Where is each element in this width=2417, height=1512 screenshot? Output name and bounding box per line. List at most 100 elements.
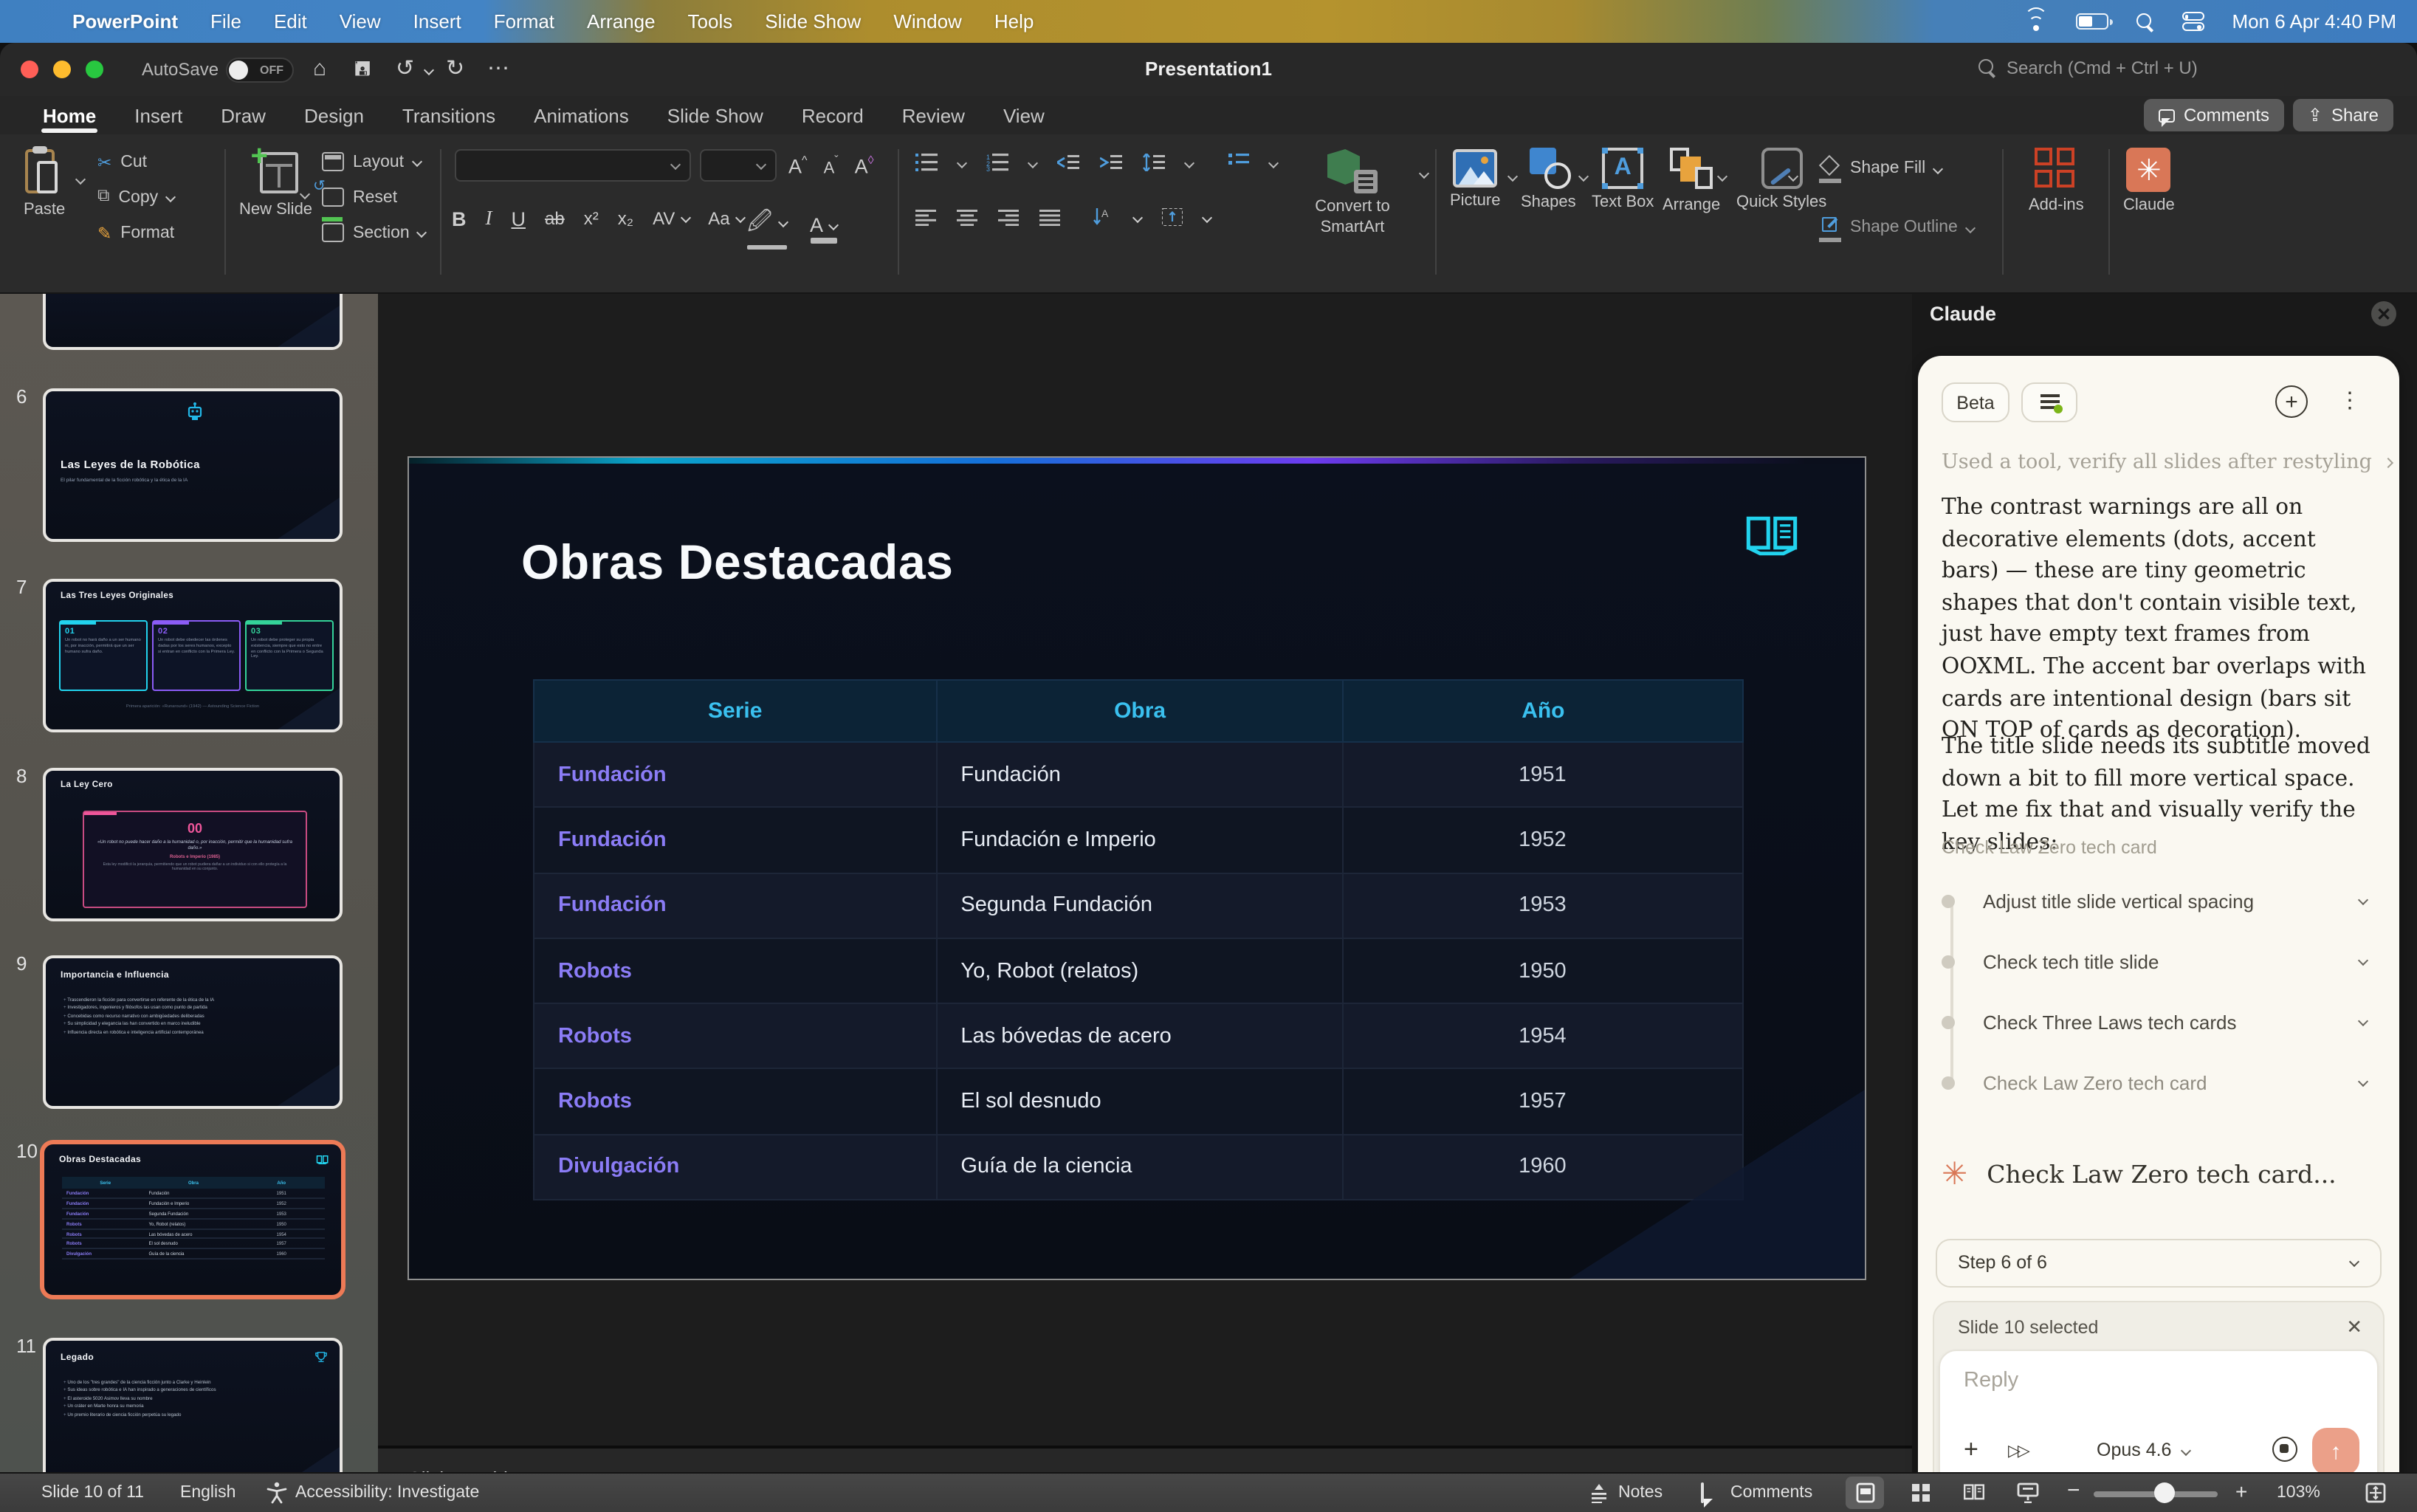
arrange-button[interactable]: Arrange [1663, 148, 1720, 214]
skip-icon[interactable]: ▷▷ [2008, 1441, 2030, 1460]
timeline-step[interactable]: Check Three Laws tech cards [1918, 1008, 2399, 1038]
table-row[interactable]: Divulgación Guía de la ciencia 1960 [533, 1133, 1744, 1201]
underline-button[interactable]: U [512, 207, 526, 230]
shape-outline-button[interactable]: Shape Outline [1819, 217, 1976, 242]
claude-ribbon-button[interactable]: ✳ Claude [2123, 148, 2175, 214]
thumbnail-slide-9[interactable]: Importancia e Influencia Trascendieron l… [43, 955, 343, 1109]
tab-design[interactable]: Design [285, 96, 383, 134]
shrink-font-icon[interactable]: Aˇ [824, 154, 839, 181]
apple-menu-icon[interactable] [24, 0, 56, 43]
tab-review[interactable]: Review [883, 96, 984, 134]
chevron-down-icon[interactable] [2357, 1076, 2369, 1087]
menu-file[interactable]: File [194, 0, 258, 43]
table-row[interactable]: Fundación Segunda Fundación 1953 [533, 872, 1744, 939]
character-spacing-button[interactable]: AV [653, 205, 691, 232]
paste-button[interactable]: Paste [24, 146, 65, 219]
reset-button[interactable]: Reset [313, 179, 397, 207]
text-box-button[interactable]: A Text Box [1592, 148, 1654, 213]
menu-slide-show[interactable]: Slide Show [749, 0, 877, 43]
record-stop-icon[interactable] [2272, 1437, 2297, 1462]
works-table[interactable]: Serie Obra Año Fundación Fundación 1951 Fu… [533, 679, 1744, 1201]
menu-edit[interactable]: Edit [258, 0, 323, 43]
decrease-indent-button[interactable] [1057, 154, 1079, 171]
menu-bar-clock[interactable]: Mon 6 Apr 4:40 PM [2232, 10, 2396, 32]
accessibility-label[interactable]: Accessibility: Investigate [295, 1484, 479, 1502]
paste-chevron-icon[interactable] [75, 173, 86, 185]
new-chat-icon[interactable]: + [2275, 385, 2308, 418]
zoom-out-icon[interactable]: − [2067, 1478, 2080, 1503]
tab-insert[interactable]: Insert [115, 96, 202, 134]
bullets-button[interactable] [915, 154, 938, 171]
close-panel-icon[interactable]: ✕ [2371, 301, 2396, 326]
grow-font-icon[interactable]: A^ [788, 154, 808, 181]
kebab-menu-icon[interactable]: ⋮ [2339, 387, 2361, 413]
menu-app-name[interactable]: PowerPoint [56, 0, 194, 43]
picture-button[interactable]: Picture [1450, 149, 1501, 210]
superscript-button[interactable]: x² [584, 208, 599, 229]
justify-button[interactable] [1039, 209, 1060, 225]
add-ins-button[interactable]: Add-ins [2029, 148, 2084, 214]
font-name-select[interactable] [455, 149, 691, 182]
timeline-step[interactable]: Check Law Zero tech card [1918, 1069, 2399, 1099]
slide-title[interactable]: Obras Destacadas [521, 535, 954, 591]
send-button[interactable]: ↑ [2312, 1428, 2359, 1475]
table-row[interactable]: Robots Las bóvedas de acero 1954 [533, 1003, 1744, 1070]
clear-selection-icon[interactable]: ✕ [2346, 1316, 2362, 1339]
share-button[interactable]: ⇪ Share [2292, 99, 2393, 131]
chevron-down-icon[interactable] [2357, 1015, 2369, 1027]
step-indicator[interactable]: Step 6 of 6 [1936, 1239, 2382, 1288]
slideshow-view-button[interactable] [2008, 1477, 2046, 1509]
thumbnail-slide-11[interactable]: Legado Uno de los "tres grandes" de la c… [43, 1338, 343, 1491]
thumbnail-slide-10-selected[interactable]: Obras Destacadas Serie Obra Año Fundación F… [40, 1140, 345, 1299]
tab-slide-show[interactable]: Slide Show [648, 96, 783, 134]
text-direction-button[interactable]: A [1093, 208, 1113, 226]
shape-fill-button[interactable]: Shape Fill [1818, 154, 1944, 183]
control-center-icon[interactable] [2182, 12, 2204, 31]
change-case-button[interactable]: Aa [708, 205, 746, 232]
table-row[interactable]: Fundación Fundación 1951 [533, 740, 1744, 808]
menu-view[interactable]: View [323, 0, 397, 43]
shapes-button[interactable]: Shapes [1521, 148, 1576, 211]
menu-format[interactable]: Format [478, 0, 571, 43]
new-slide-button[interactable]: + New Slide [239, 142, 312, 220]
model-selector[interactable]: Opus 4.6 [2097, 1440, 2191, 1460]
increase-indent-button[interactable] [1100, 154, 1122, 171]
menu-tools[interactable]: Tools [672, 0, 749, 43]
table-row[interactable]: Robots El sol desnudo 1957 [533, 1068, 1744, 1135]
layout-button[interactable]: Layout [322, 152, 422, 171]
spotlight-icon[interactable] [2136, 13, 2153, 30]
tab-view[interactable]: View [984, 96, 1064, 134]
cut-button[interactable]: ✂ Cut [97, 152, 147, 173]
thumbnail-slide-8[interactable]: La Ley Cero 00 «Un robot no puede hacer … [43, 768, 343, 921]
timeline-step[interactable]: Check tech title slide [1918, 948, 2399, 977]
copy-button[interactable]: ⧉ Copy [97, 188, 176, 207]
thumbnail-slide-7[interactable]: Las Tres Leyes Originales 01 Un robot no… [43, 579, 343, 732]
line-spacing-button[interactable] [1143, 154, 1165, 171]
table-row[interactable]: Robots Yo, Robot (relatos) 1950 [533, 937, 1744, 1005]
slide-sorter-view-button[interactable] [1902, 1477, 1940, 1509]
align-right-button[interactable] [998, 209, 1019, 225]
zoom-level[interactable]: 103% [2277, 1484, 2320, 1502]
chevron-down-icon[interactable] [2357, 955, 2369, 966]
quick-styles-button[interactable]: Quick Styles [1736, 148, 1826, 213]
format-painter-button[interactable]: ✎ Format [97, 223, 174, 244]
tool-note-link[interactable]: Used a tool, verify all slides after res… [1942, 450, 2394, 474]
align-left-button[interactable] [915, 209, 936, 225]
columns-button[interactable] [1228, 154, 1249, 171]
menu-insert[interactable]: Insert [397, 0, 478, 43]
tab-draw[interactable]: Draw [202, 96, 285, 134]
notes-toggle[interactable]: Notes [1618, 1484, 1663, 1502]
subscript-button[interactable]: x₂ [618, 208, 633, 229]
slide-canvas[interactable]: Obras Destacadas Serie Obra Año Fundació… [408, 456, 1866, 1280]
menu-window[interactable]: Window [877, 0, 978, 43]
picture-chevron-icon[interactable] [1507, 171, 1519, 182]
italic-button[interactable]: I [486, 207, 492, 230]
normal-view-button[interactable] [1846, 1477, 1884, 1509]
notes-pane[interactable]: Click to add notes [378, 1449, 1912, 1490]
tab-transitions[interactable]: Transitions [383, 96, 515, 134]
timeline-step[interactable]: Adjust title slide vertical spacing [1918, 887, 2399, 917]
tab-home[interactable]: Home [24, 96, 115, 134]
numbering-button[interactable]: 123 [986, 154, 1008, 171]
font-color-button[interactable]: A [810, 212, 839, 243]
comments-button[interactable]: Comments [2143, 99, 2284, 131]
